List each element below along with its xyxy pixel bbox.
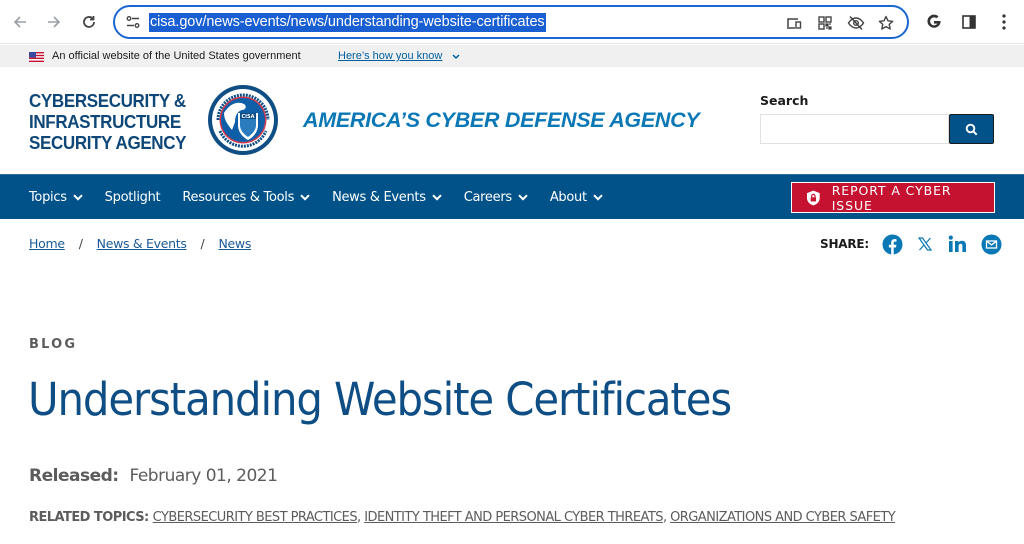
related-topic-link[interactable]: IDENTITY THEFT AND PERSONAL CYBER THREAT… — [364, 510, 663, 525]
related-topic-link[interactable]: CYBERSECURITY BEST PRACTICES — [153, 510, 358, 525]
related-topics: RELATED TOPICS: CYBERSECURITY BEST PRACTI… — [29, 510, 896, 525]
gov-banner: An official website of the United States… — [0, 45, 1024, 67]
breadcrumb: Home / News & Events / News — [29, 236, 251, 251]
report-button-label: REPORT A CYBER ISSUE — [831, 182, 952, 213]
related-topic-link[interactable]: ORGANIZATIONS AND CYBER SAFETY — [670, 510, 896, 525]
forward-icon — [48, 16, 61, 28]
agency-name-line2: INFRASTRUCTURE — [29, 111, 181, 132]
nav-item-label: About — [549, 190, 587, 205]
share-label: SHARE: — [820, 237, 870, 251]
share-linkedin-button[interactable] — [947, 233, 969, 255]
linkedin-icon — [948, 235, 967, 252]
back-icon — [13, 16, 26, 28]
chevron-down-icon — [518, 194, 528, 201]
breadcrumb-home[interactable]: Home — [29, 236, 65, 251]
address-bar[interactable]: cisa.gov/news-events/news/understanding-… — [113, 5, 909, 39]
search-button[interactable] — [949, 114, 994, 144]
related-topics-label: RELATED TOPICS: — [29, 510, 149, 525]
nav-item-careers[interactable]: Careers — [464, 190, 528, 205]
chevron-down-icon — [300, 194, 310, 201]
search-label: Search — [760, 93, 809, 108]
svg-text:CISA: CISA — [241, 114, 254, 120]
gov-banner-text: An official website of the United States… — [52, 50, 301, 62]
agency-name-line1: CYBERSECURITY & — [29, 90, 186, 111]
google-account-button[interactable] — [922, 10, 946, 34]
nav-item-topics[interactable]: Topics — [29, 190, 83, 205]
chevron-down-icon — [72, 194, 83, 201]
us-flag-icon — [29, 52, 44, 62]
more-menu-icon — [1002, 14, 1006, 30]
nav-item-resources-tools[interactable]: Resources & Tools — [182, 190, 310, 205]
release-date: Released: February 01, 2021 — [29, 466, 278, 486]
breadcrumb-news-events[interactable]: News & Events — [97, 236, 187, 251]
qr-code-icon[interactable] — [816, 14, 834, 32]
cast-icon[interactable] — [785, 14, 803, 32]
nav-item-label: Spotlight — [104, 190, 161, 205]
side-panel-icon — [962, 15, 976, 29]
reload-icon — [83, 16, 95, 28]
google-icon — [927, 14, 941, 28]
released-date-value: February 01, 2021 — [129, 466, 278, 486]
nav-item-news-events[interactable]: News & Events — [332, 190, 442, 205]
heres-how-you-know-link[interactable]: Here’s how you know — [338, 50, 442, 62]
article-type-label: BLOG — [29, 337, 78, 352]
bookmark-star-icon[interactable] — [877, 14, 895, 32]
shield-lock-icon — [806, 190, 820, 205]
page-title: Understanding Website Certificates — [28, 373, 732, 426]
site-settings-icon[interactable] — [125, 14, 141, 30]
agency-logo-text[interactable]: CYBERSECURITY & INFRASTRUCTURE SECURITY … — [29, 90, 187, 153]
hide-eye-icon[interactable] — [847, 14, 865, 32]
breadcrumb-news[interactable]: News — [218, 236, 251, 251]
reload-button[interactable] — [77, 10, 101, 34]
breadcrumb-separator: / — [78, 236, 83, 251]
nav-item-label: News & Events — [332, 190, 426, 205]
browser-toolbar: cisa.gov/news-events/news/understanding-… — [0, 0, 1024, 44]
share-bar: SHARE: — [820, 233, 1013, 255]
forward-button[interactable] — [42, 10, 66, 34]
url-text[interactable]: cisa.gov/news-events/news/understanding-… — [149, 13, 546, 32]
nav-item-about[interactable]: About — [550, 190, 603, 205]
nav-item-label: Topics — [29, 190, 67, 205]
search-icon — [965, 123, 978, 135]
cisa-seal-icon[interactable]: CISA — [206, 83, 280, 157]
share-x-button[interactable] — [914, 233, 936, 255]
agency-tagline: AMERICA’S CYBER DEFENSE AGENCY — [303, 108, 700, 132]
agency-name-line3: SECURITY AGENCY — [29, 132, 187, 153]
search-input[interactable] — [760, 114, 949, 144]
nav-item-label: Careers — [463, 190, 512, 205]
report-cyber-issue-button[interactable]: REPORT A CYBER ISSUE — [791, 182, 995, 213]
chevron-down-icon — [432, 194, 442, 201]
email-icon — [981, 234, 1002, 254]
facebook-icon — [882, 234, 903, 254]
side-panel-button[interactable] — [957, 10, 981, 34]
released-label: Released: — [29, 466, 119, 486]
more-menu-button[interactable] — [992, 10, 1016, 34]
main-nav: Topics Spotlight Resources & Tools News … — [0, 174, 1024, 219]
breadcrumb-separator: / — [200, 236, 205, 251]
share-facebook-button[interactable] — [881, 233, 903, 255]
chevron-down-icon[interactable] — [452, 54, 460, 60]
share-email-button[interactable] — [980, 233, 1002, 255]
chevron-down-icon — [593, 194, 603, 201]
x-icon — [918, 237, 933, 251]
site-header: CYBERSECURITY & INFRASTRUCTURE SECURITY … — [0, 67, 1024, 174]
nav-item-spotlight[interactable]: Spotlight — [105, 190, 161, 205]
back-button[interactable] — [8, 10, 32, 34]
nav-item-label: Resources & Tools — [182, 190, 295, 205]
